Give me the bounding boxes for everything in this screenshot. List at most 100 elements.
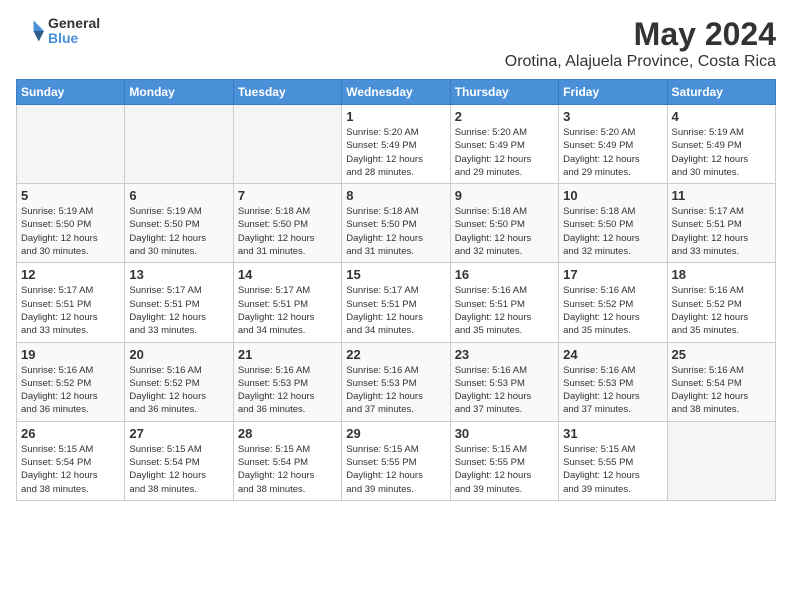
calendar-day-cell: 28 Sunrise: 5:15 AM Sunset: 5:54 PM Dayli… [233,421,341,500]
day-number: 14 [238,267,337,282]
logo-icon [16,17,44,45]
day-number: 10 [563,188,662,203]
day-info: Sunrise: 5:16 AM Sunset: 5:53 PM Dayligh… [346,364,445,417]
day-number: 25 [672,347,771,362]
day-number: 22 [346,347,445,362]
calendar-day-cell: 31 Sunrise: 5:15 AM Sunset: 5:55 PM Dayli… [559,421,667,500]
day-info: Sunrise: 5:17 AM Sunset: 5:51 PM Dayligh… [129,284,228,337]
day-info: Sunrise: 5:18 AM Sunset: 5:50 PM Dayligh… [346,205,445,258]
calendar-header-cell: Monday [125,80,233,105]
calendar: SundayMondayTuesdayWednesdayThursdayFrid… [16,79,776,501]
page-header: General Blue May 2024 Orotina, Alajuela … [16,16,776,71]
calendar-body: 1Sunrise: 5:20 AM Sunset: 5:49 PM Daylig… [17,105,776,501]
calendar-week-row: 26 Sunrise: 5:15 AM Sunset: 5:54 PM Dayli… [17,421,776,500]
calendar-day-cell: 29 Sunrise: 5:15 AM Sunset: 5:55 PM Dayli… [342,421,450,500]
month-title: May 2024 [505,16,776,53]
calendar-week-row: 19 Sunrise: 5:16 AM Sunset: 5:52 PM Dayli… [17,342,776,421]
calendar-day-cell: 7 Sunrise: 5:18 AM Sunset: 5:50 PM Daylig… [233,184,341,263]
day-number: 6 [129,188,228,203]
day-number: 31 [563,426,662,441]
calendar-week-row: 1Sunrise: 5:20 AM Sunset: 5:49 PM Daylig… [17,105,776,184]
day-info: Sunrise: 5:17 AM Sunset: 5:51 PM Dayligh… [238,284,337,337]
day-info: Sunrise: 5:15 AM Sunset: 5:54 PM Dayligh… [21,443,120,496]
location-title: Orotina, Alajuela Province, Costa Rica [505,53,776,71]
day-number: 5 [21,188,120,203]
day-info: Sunrise: 5:17 AM Sunset: 5:51 PM Dayligh… [346,284,445,337]
day-info: Sunrise: 5:16 AM Sunset: 5:52 PM Dayligh… [672,284,771,337]
day-info: Sunrise: 5:20 AM Sunset: 5:49 PM Dayligh… [346,126,445,179]
calendar-day-cell [17,105,125,184]
day-info: Sunrise: 5:16 AM Sunset: 5:52 PM Dayligh… [563,284,662,337]
day-number: 8 [346,188,445,203]
day-info: Sunrise: 5:16 AM Sunset: 5:52 PM Dayligh… [129,364,228,417]
calendar-day-cell: 13 Sunrise: 5:17 AM Sunset: 5:51 PM Dayli… [125,263,233,342]
title-area: May 2024 Orotina, Alajuela Province, Cos… [505,16,776,71]
calendar-day-cell: 8 Sunrise: 5:18 AM Sunset: 5:50 PM Daylig… [342,184,450,263]
calendar-header-cell: Sunday [17,80,125,105]
day-info: Sunrise: 5:19 AM Sunset: 5:49 PM Dayligh… [672,126,771,179]
day-info: Sunrise: 5:15 AM Sunset: 5:54 PM Dayligh… [238,443,337,496]
calendar-day-cell: 18 Sunrise: 5:16 AM Sunset: 5:52 PM Dayli… [667,263,775,342]
calendar-day-cell: 5 Sunrise: 5:19 AM Sunset: 5:50 PM Daylig… [17,184,125,263]
calendar-week-row: 5 Sunrise: 5:19 AM Sunset: 5:50 PM Daylig… [17,184,776,263]
calendar-day-cell: 12 Sunrise: 5:17 AM Sunset: 5:51 PM Dayli… [17,263,125,342]
day-info: Sunrise: 5:17 AM Sunset: 5:51 PM Dayligh… [672,205,771,258]
day-number: 20 [129,347,228,362]
day-info: Sunrise: 5:16 AM Sunset: 5:53 PM Dayligh… [563,364,662,417]
calendar-week-row: 12 Sunrise: 5:17 AM Sunset: 5:51 PM Dayli… [17,263,776,342]
calendar-day-cell: 11 Sunrise: 5:17 AM Sunset: 5:51 PM Dayli… [667,184,775,263]
calendar-day-cell [125,105,233,184]
calendar-day-cell: 24 Sunrise: 5:16 AM Sunset: 5:53 PM Dayli… [559,342,667,421]
calendar-day-cell: 27Sunrise: 5:15 AM Sunset: 5:54 PM Dayli… [125,421,233,500]
day-info: Sunrise: 5:15 AM Sunset: 5:55 PM Dayligh… [563,443,662,496]
calendar-day-cell: 6 Sunrise: 5:19 AM Sunset: 5:50 PM Daylig… [125,184,233,263]
day-number: 2 [455,109,554,124]
day-number: 9 [455,188,554,203]
day-number: 7 [238,188,337,203]
logo-general: General [48,16,100,31]
day-info: Sunrise: 5:18 AM Sunset: 5:50 PM Dayligh… [455,205,554,258]
calendar-day-cell [233,105,341,184]
calendar-day-cell: 4Sunrise: 5:19 AM Sunset: 5:49 PM Daylig… [667,105,775,184]
calendar-header-cell: Tuesday [233,80,341,105]
day-info: Sunrise: 5:18 AM Sunset: 5:50 PM Dayligh… [563,205,662,258]
day-number: 30 [455,426,554,441]
day-number: 17 [563,267,662,282]
day-info: Sunrise: 5:15 AM Sunset: 5:55 PM Dayligh… [346,443,445,496]
day-info: Sunrise: 5:18 AM Sunset: 5:50 PM Dayligh… [238,205,337,258]
day-info: Sunrise: 5:17 AM Sunset: 5:51 PM Dayligh… [21,284,120,337]
day-number: 11 [672,188,771,203]
day-number: 21 [238,347,337,362]
day-number: 18 [672,267,771,282]
day-number: 16 [455,267,554,282]
day-number: 19 [21,347,120,362]
day-info: Sunrise: 5:19 AM Sunset: 5:50 PM Dayligh… [129,205,228,258]
day-number: 12 [21,267,120,282]
calendar-day-cell: 17 Sunrise: 5:16 AM Sunset: 5:52 PM Dayli… [559,263,667,342]
day-number: 13 [129,267,228,282]
calendar-header-row: SundayMondayTuesdayWednesdayThursdayFrid… [17,80,776,105]
calendar-day-cell: 21 Sunrise: 5:16 AM Sunset: 5:53 PM Dayli… [233,342,341,421]
calendar-day-cell: 19 Sunrise: 5:16 AM Sunset: 5:52 PM Dayli… [17,342,125,421]
day-number: 28 [238,426,337,441]
day-number: 23 [455,347,554,362]
day-info: Sunrise: 5:16 AM Sunset: 5:54 PM Dayligh… [672,364,771,417]
day-info: Sunrise: 5:16 AM Sunset: 5:52 PM Dayligh… [21,364,120,417]
day-info: Sunrise: 5:15 AM Sunset: 5:55 PM Dayligh… [455,443,554,496]
day-number: 26 [21,426,120,441]
day-info: Sunrise: 5:16 AM Sunset: 5:53 PM Dayligh… [238,364,337,417]
logo-blue: Blue [48,31,100,46]
calendar-header-cell: Wednesday [342,80,450,105]
calendar-day-cell: 10 Sunrise: 5:18 AM Sunset: 5:50 PM Dayli… [559,184,667,263]
calendar-day-cell: 1Sunrise: 5:20 AM Sunset: 5:49 PM Daylig… [342,105,450,184]
day-info: Sunrise: 5:20 AM Sunset: 5:49 PM Dayligh… [455,126,554,179]
day-info: Sunrise: 5:16 AM Sunset: 5:53 PM Dayligh… [455,364,554,417]
day-number: 27 [129,426,228,441]
calendar-day-cell: 25 Sunrise: 5:16 AM Sunset: 5:54 PM Dayli… [667,342,775,421]
day-info: Sunrise: 5:19 AM Sunset: 5:50 PM Dayligh… [21,205,120,258]
calendar-header-cell: Thursday [450,80,558,105]
logo-text: General Blue [48,16,100,47]
day-number: 29 [346,426,445,441]
day-number: 24 [563,347,662,362]
calendar-day-cell: 9 Sunrise: 5:18 AM Sunset: 5:50 PM Daylig… [450,184,558,263]
